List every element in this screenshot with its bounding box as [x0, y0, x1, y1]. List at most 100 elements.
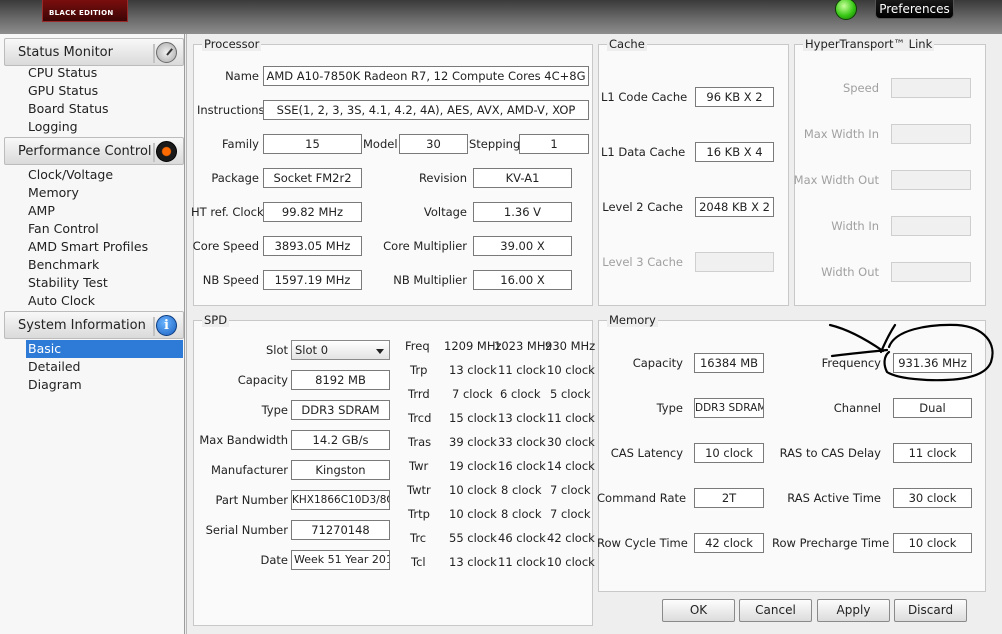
- cas-latency-label: CAS Latency: [610, 446, 683, 460]
- sidebar-item-logging[interactable]: Logging: [28, 118, 183, 136]
- sidebar-item-memory[interactable]: Memory: [28, 184, 183, 202]
- timing-cell: 16 clock: [498, 459, 546, 473]
- timing-cell: 33 clock: [498, 435, 546, 449]
- spd-type-label: Type: [261, 403, 288, 417]
- group-title: Cache: [607, 37, 647, 51]
- l1-code-cache-label: L1 Code Cache: [601, 90, 688, 104]
- timing-row-label: Twr: [409, 459, 429, 473]
- preferences-button[interactable]: Preferences: [875, 0, 954, 19]
- ht-width-out-label: Width Out: [821, 265, 879, 279]
- sidebar-section-system-information[interactable]: System Information i: [4, 311, 184, 339]
- l1-code-cache-field: 96 KB X 2: [695, 87, 774, 107]
- spd-type-field: DDR3 SDRAM: [291, 400, 390, 420]
- timing-cell: 46 clock: [498, 531, 546, 545]
- status-led-icon: [835, 0, 857, 20]
- cancel-button[interactable]: Cancel: [739, 599, 812, 622]
- group-title: Processor: [202, 37, 262, 51]
- ok-button[interactable]: OK: [662, 599, 735, 622]
- ht-width-in-label: Width In: [831, 219, 879, 233]
- manufacturer-label: Manufacturer: [210, 463, 288, 477]
- timing-row-label: Trcd: [408, 411, 432, 425]
- ht-ref-clock-field: 99.82 MHz: [263, 202, 362, 222]
- serial-number-label: Serial Number: [205, 523, 288, 537]
- date-field: Week 51 Year 2015: [291, 550, 390, 570]
- timing-row-label: Trp: [410, 363, 428, 377]
- group-title: SPD: [202, 313, 230, 327]
- sidebar-section-performance-control[interactable]: Performance Control: [4, 137, 184, 165]
- row-cycle-time-label: Row Cycle Time: [597, 536, 688, 550]
- apply-button[interactable]: Apply: [817, 599, 890, 622]
- voltage-label: Voltage: [423, 205, 467, 219]
- timing-cell: 13 clock: [498, 411, 546, 425]
- sidebar-item-detailed[interactable]: Detailed: [28, 358, 183, 376]
- ras-active-time-label: RAS Active Time: [787, 491, 881, 505]
- timing-cell: 8 clock: [501, 483, 542, 497]
- logo-text: BLACK EDITION: [49, 9, 114, 17]
- group-title: HyperTransport™ Link: [803, 37, 935, 51]
- l1-data-cache-label: L1 Data Cache: [601, 145, 686, 159]
- timing-cell: 10 clock: [547, 555, 595, 569]
- sidebar-item-diagram[interactable]: Diagram: [28, 376, 183, 394]
- sidebar-section-status-monitor[interactable]: Status Monitor: [4, 38, 184, 66]
- sidebar-item-amp[interactable]: AMP: [28, 202, 183, 220]
- date-label: Date: [260, 553, 289, 567]
- timing-cell: 6 clock: [500, 387, 541, 401]
- channel-label: Channel: [833, 401, 881, 415]
- sidebar-item-board-status[interactable]: Board Status: [28, 100, 183, 118]
- sidebar-item-clock-voltage[interactable]: Clock/Voltage: [28, 166, 183, 184]
- discard-button[interactable]: Discard: [894, 599, 967, 622]
- ht-max-width-in-label: Max Width In: [803, 127, 879, 141]
- performance-icon: [153, 141, 177, 162]
- timing-row-label: Tras: [408, 435, 432, 449]
- timing-cell: 11 clock: [547, 411, 595, 425]
- sidebar-item-fan-control[interactable]: Fan Control: [28, 220, 183, 238]
- core-multiplier-label: Core Multiplier: [383, 239, 467, 253]
- manufacturer-field: Kingston: [291, 460, 390, 480]
- l3-cache-label: Level 3 Cache: [602, 255, 683, 269]
- core-speed-label: Core Speed: [192, 239, 259, 253]
- sidebar-item-cpu-status[interactable]: CPU Status: [28, 64, 183, 82]
- slot-label: Slot: [265, 343, 288, 357]
- instructions-field: SSE(1, 2, 3, 3S, 4.1, 4.2, 4A), AES, AVX…: [263, 100, 589, 120]
- spd-capacity-label: Capacity: [237, 373, 288, 387]
- sidebar-item-basic[interactable]: Basic: [26, 340, 183, 358]
- nb-speed-label: NB Speed: [202, 273, 259, 287]
- slot-select[interactable]: Slot 0: [291, 340, 390, 360]
- top-banner: BLACK EDITION Preferences: [0, 0, 1002, 34]
- sidebar-item-gpu-status[interactable]: GPU Status: [28, 82, 183, 100]
- frequency-field: 931.36 MHz: [893, 353, 972, 373]
- slot-select-value: Slot 0: [295, 343, 329, 357]
- sidebar-item-benchmark[interactable]: Benchmark: [28, 256, 183, 274]
- cas-latency-field: 10 clock: [694, 443, 764, 463]
- voltage-field: 1.36 V: [473, 202, 572, 222]
- sidebar-item-smart-profiles[interactable]: AMD Smart Profiles: [28, 238, 183, 256]
- mem-type-field: DDR3 SDRAM: [694, 398, 764, 418]
- frequency-label: Frequency: [821, 356, 881, 370]
- section-label: Status Monitor: [18, 45, 113, 60]
- timing-cell: 10 clock: [547, 363, 595, 377]
- mem-capacity-label: Capacity: [632, 356, 683, 370]
- part-number-label: Part Number: [215, 493, 288, 507]
- sidebar-item-stability-test[interactable]: Stability Test: [28, 274, 183, 292]
- timing-header-freq-3: 930 MHz: [545, 339, 596, 353]
- timing-cell: 55 clock: [449, 531, 497, 545]
- ras-to-cas-label: RAS to CAS Delay: [779, 446, 881, 460]
- sidebar-item-auto-clock[interactable]: Auto Clock: [28, 292, 183, 310]
- channel-field: Dual: [893, 398, 972, 418]
- sidebar: Status Monitor CPU Status GPU Status Boa…: [0, 34, 185, 634]
- timing-cell: 13 clock: [449, 363, 497, 377]
- spd-capacity-field: 8192 MB: [291, 370, 390, 390]
- model-field: 30: [399, 134, 468, 154]
- timing-row-label: Trrd: [408, 387, 430, 401]
- timing-row-label: Tcl: [411, 555, 426, 569]
- row-precharge-time-label: Row Precharge Time: [772, 536, 890, 550]
- timing-row-label: Twtr: [407, 483, 431, 497]
- l3-cache-field: [695, 252, 774, 272]
- nb-speed-field: 1597.19 MHz: [263, 270, 362, 290]
- l1-data-cache-field: 16 KB X 4: [695, 142, 774, 162]
- timing-cell: 13 clock: [449, 555, 497, 569]
- serial-number-field: 71270148: [291, 520, 390, 540]
- timing-cell: 7 clock: [550, 507, 591, 521]
- package-label: Package: [211, 171, 259, 185]
- command-rate-label: Command Rate: [597, 491, 687, 505]
